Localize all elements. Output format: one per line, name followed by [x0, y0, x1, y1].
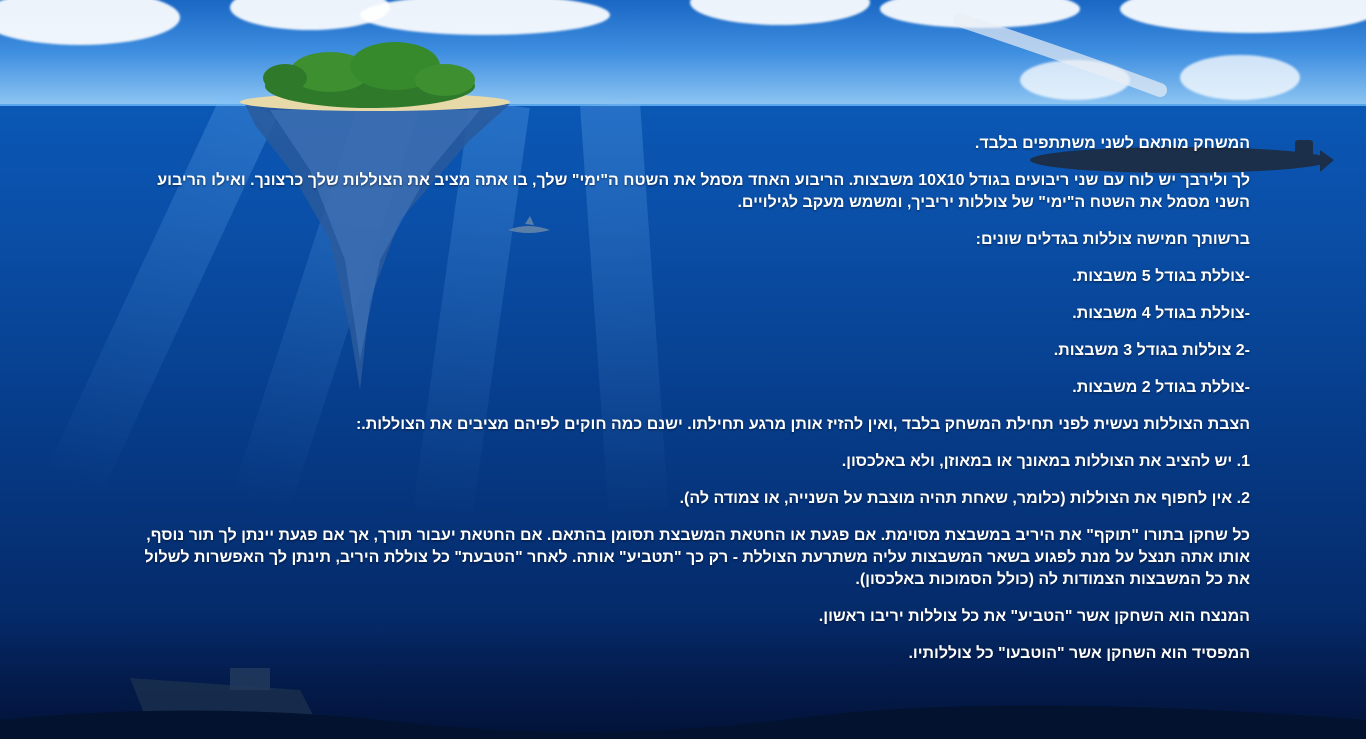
rules-intro: המשחק מותאם לשני משתתפים בלבד.	[974, 135, 1250, 152]
rules-loser: המפסיד הוא השחקן אשר "הוטבעו" כל צוללותי…	[908, 645, 1250, 662]
rules-fleet-item: -צוללת בגודל 2 משבצות.	[1072, 379, 1250, 396]
rules-page: המשחק מותאם לשני משתתפים בלבד. לך ולירבך…	[0, 0, 1366, 739]
rules-placement: הצבת הצוללות נעשית לפני תחילת המשחק בלבד…	[355, 416, 1250, 433]
rules-turns: כל שחקן בתורו "תוקף" את היריב במשבצת מסו…	[144, 527, 1250, 588]
rules-fleet-item: -2 צוללות בגודל 3 משבצות.	[1053, 342, 1250, 359]
rules-board: לך ולירבך יש לוח עם שני ריבועים בגודל 10…	[157, 172, 1250, 211]
rules-placement-rule-1: 1. יש להציב את הצוללות במאונך או במאוזן,…	[841, 453, 1250, 470]
rules-fleet-item: -צוללת בגודל 4 משבצות.	[1072, 305, 1250, 322]
submarine-tower	[1295, 140, 1313, 162]
rules-fleet-item: -צוללת בגודל 5 משבצות.	[1072, 268, 1250, 285]
rules-text: המשחק מותאם לשני משתתפים בלבד. לך ולירבך…	[130, 133, 1250, 680]
rules-winner: המנצח הוא השחקן אשר "הטביע" את כל צוללות…	[818, 608, 1250, 625]
palm-tree	[263, 64, 307, 92]
smoke-trail	[953, 13, 1167, 97]
rules-placement-rule-2: 2. אין לחפוף את הצוללות (כלומר, שאחת תהי…	[679, 490, 1250, 507]
rules-fleet-heading: ברשותך חמישה צוללות בגדלים שונים:	[975, 231, 1250, 248]
palm-tree	[415, 64, 475, 96]
submarine-fin	[1320, 150, 1334, 172]
